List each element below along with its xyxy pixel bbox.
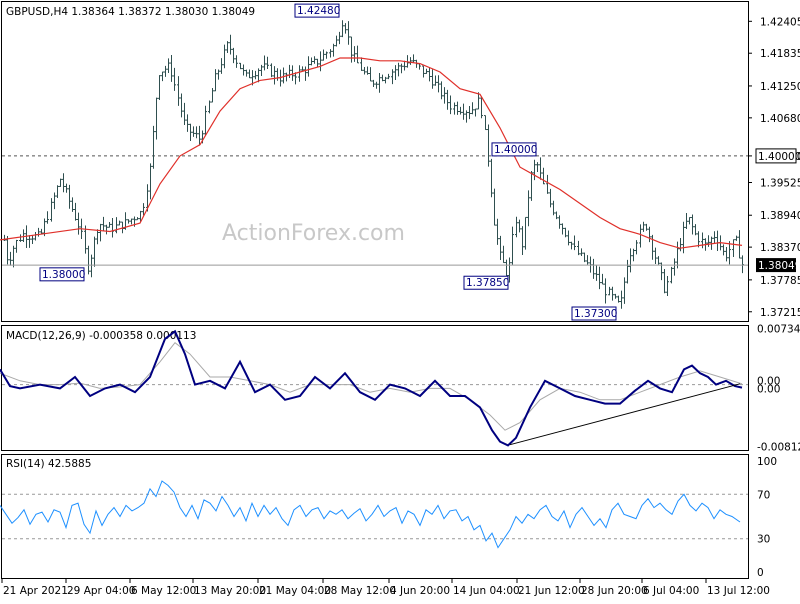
price-label-text: 1.37850 [466, 277, 509, 289]
x-tick-label: 21 Apr 2021 [3, 585, 68, 597]
price-panel-frame [1, 1, 749, 322]
x-tick-label: 21 Jun 12:00 [518, 585, 585, 597]
rsi-tick-label: 30 [757, 534, 770, 546]
price-title: GBPUSD,H4 1.38364 1.38372 1.38030 1.3804… [6, 6, 255, 18]
price-panel: GBPUSD,H4 1.38364 1.38372 1.38030 1.3804… [0, 1, 800, 322]
price-tick-label: 1.37215 [760, 307, 800, 319]
price-tick-label: 1.38370 [760, 242, 800, 254]
x-tick-label: 29 Apr 04:00 [67, 585, 135, 597]
rsi-title: RSI(14) 42.5885 [6, 458, 91, 470]
x-tick-label: 14 Jun 04:00 [453, 585, 520, 597]
x-tick-label: 4 Jun 20:00 [390, 585, 450, 597]
x-tick-label: 13 May 20:00 [194, 585, 266, 597]
x-tick-label: 13 Jul 12:00 [707, 585, 770, 597]
rsi-panel: RSI(14) 42.5885 100 70 30 0 [0, 454, 777, 579]
price-axis: 1.42405 1.41835 1.41250 1.40680 1.40000 1.395… [748, 16, 800, 319]
price-tick-label: 1.38940 [760, 210, 800, 222]
level-price-label: 1.40000 [758, 151, 800, 163]
price-label-text: 1.37300 [574, 308, 617, 320]
price-tick-label: 1.37785 [760, 275, 800, 287]
macd-axis: 0.0073420.000.00-0.008126 [757, 324, 800, 454]
rsi-tick-label: 70 [757, 489, 770, 501]
macd-tick-label: 0.007342 [757, 324, 800, 336]
macd-panel-frame [1, 325, 749, 451]
x-tick-label: 6 May 12:00 [131, 585, 196, 597]
price-tick-label: 1.40680 [760, 113, 800, 125]
price-tick-label: 1.41250 [760, 81, 800, 93]
macd-panel: MACD(12,26,9) -0.000358 0.000113 0.00734… [0, 324, 800, 454]
watermark: ActionForex.com [222, 221, 405, 246]
price-tick-label: 1.41835 [760, 48, 800, 60]
macd-tick-label: 0.00 [757, 384, 780, 396]
time-axis: 21 Apr 2021 29 Apr 04:006 May 12:0013 May… [1, 579, 770, 597]
price-tick-label: 1.42405 [760, 16, 800, 28]
rsi-axis: 100 70 30 0 [757, 456, 777, 579]
chart-svg: GBPUSD,H4 1.38364 1.38372 1.38030 1.3804… [0, 1, 800, 597]
price-label-text: 1.40000 [494, 144, 537, 156]
price-label-text: 1.42480 [297, 5, 340, 17]
rsi-tick-label: 0 [757, 567, 764, 579]
price-tick-label: 1.39525 [760, 177, 800, 189]
rsi-tick-label: 100 [757, 456, 777, 468]
x-tick-label: 28 Jun 20:00 [581, 585, 648, 597]
last-price-label: 1.38049 [758, 260, 800, 272]
macd-tick-label: -0.008126 [757, 441, 800, 453]
x-tick-label: 21 May 04:00 [259, 585, 331, 597]
forex-chart: GBPUSD,H4 1.38364 1.38372 1.38030 1.3804… [0, 0, 800, 600]
x-tick-label: 28 May 12:00 [324, 585, 396, 597]
price-label-text: 1.38000 [42, 269, 85, 281]
x-tick-label: 6 Jul 04:00 [643, 585, 699, 597]
